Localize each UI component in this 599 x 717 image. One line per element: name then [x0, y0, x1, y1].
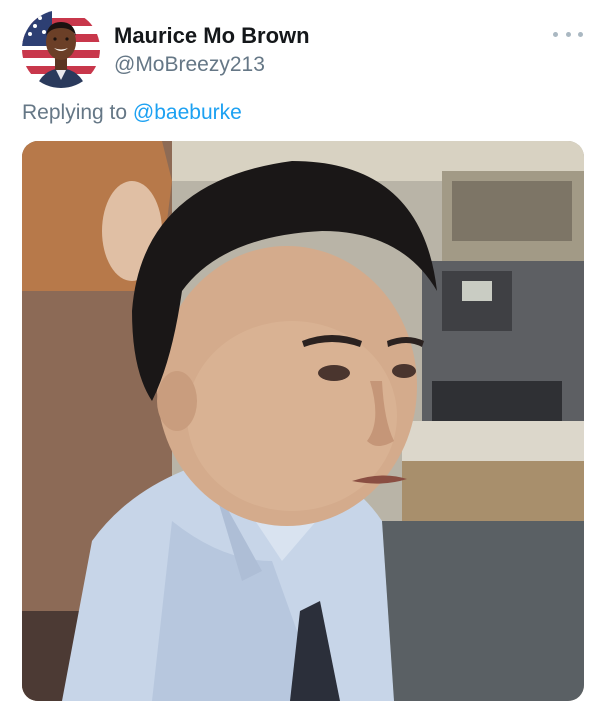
replying-to-line: Replying to @baeburke: [22, 101, 242, 125]
avatar[interactable]: [22, 10, 100, 88]
more-horizontal-icon: [578, 31, 583, 37]
reply-mention-link[interactable]: @baeburke: [133, 101, 242, 124]
user-handle[interactable]: @MoBreezy213: [114, 53, 265, 77]
more-horizontal-icon: [553, 31, 558, 37]
media-image[interactable]: [22, 141, 584, 701]
avatar-image: [22, 10, 100, 88]
more-options-button[interactable]: [553, 24, 583, 44]
media-illustration: [22, 141, 584, 701]
display-name[interactable]: Maurice Mo Brown: [114, 23, 310, 49]
tweet: Maurice Mo Brown @MoBreezy213 Replying t…: [0, 0, 599, 717]
replying-to-label: Replying to: [22, 101, 128, 124]
more-horizontal-icon: [565, 31, 571, 37]
